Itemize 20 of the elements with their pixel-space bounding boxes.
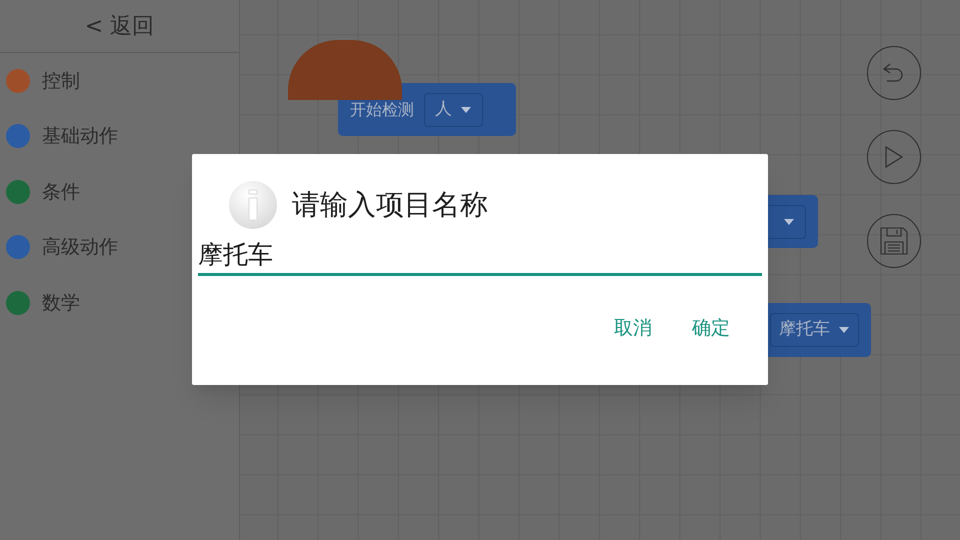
undo-button[interactable]	[867, 46, 921, 100]
back-button[interactable]: < 返回	[0, 0, 239, 53]
category-item[interactable]: 控制	[42, 66, 80, 95]
block-dropdown[interactable]: 摩托车	[770, 313, 859, 347]
caret-icon	[838, 326, 850, 334]
caret-icon	[460, 106, 472, 114]
run-button[interactable]	[867, 130, 921, 184]
info-icon	[228, 180, 278, 230]
category-item[interactable]: 高级动作	[42, 233, 118, 262]
dialog-title: 请输入项目名称	[292, 187, 488, 223]
project-name-input[interactable]: 摩托车	[198, 236, 762, 276]
category-item[interactable]: 数学	[42, 288, 80, 317]
cancel-button[interactable]: 取消	[600, 308, 666, 348]
block-dropdown[interactable]: 人	[424, 92, 483, 126]
block-label: 开始检测	[350, 98, 414, 120]
category-item[interactable]: 条件	[42, 178, 80, 206]
category-item[interactable]: 基础动作	[42, 122, 118, 150]
save-button[interactable]	[867, 214, 921, 268]
caret-icon	[783, 218, 795, 226]
play-icon	[883, 145, 905, 169]
